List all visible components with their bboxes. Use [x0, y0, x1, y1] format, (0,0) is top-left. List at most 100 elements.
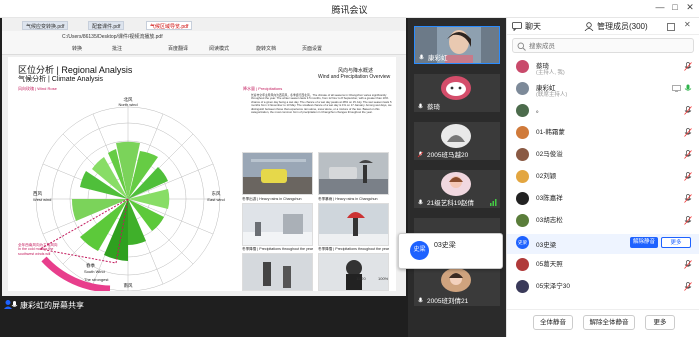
video-tile-3[interactable]: 2005班马越20	[414, 122, 500, 160]
pdf-page: 区位分析 | Regional Analysis 气候分析 | Climate …	[8, 57, 396, 291]
video-tile-name: 2005班马越20	[427, 152, 469, 159]
active-speaker-popup[interactable]: 史梁 03史梁	[398, 233, 503, 269]
title-bar: 腾讯会议 — □ ✕	[0, 0, 699, 18]
panel-footer: 全体静音 解除全体静音 更多	[507, 309, 699, 337]
west-en-label: West wind	[33, 197, 51, 202]
avatar	[516, 104, 529, 117]
popout-icon[interactable]	[667, 23, 675, 31]
member-row-active[interactable]: 史梁 03史梁 解除静音 更多	[507, 234, 699, 254]
mic-muted-icon[interactable]	[684, 282, 692, 291]
unmute-button[interactable]: 解除静音	[630, 237, 658, 248]
page-subtitle: 气候分析 | Climate Analysis	[18, 76, 104, 83]
avatar	[516, 214, 529, 227]
mic-muted-icon[interactable]	[684, 260, 692, 269]
zoom-level[interactable]: 100%	[378, 276, 388, 281]
body-text: 长春市全年主导风向为西南风，冬季盛行西北风。The climate of all…	[251, 93, 392, 115]
avatar: 史梁	[516, 236, 529, 249]
avatar	[516, 60, 529, 73]
mic-muted-icon[interactable]	[684, 172, 692, 181]
member-row[interactable]: 康彩虹 (联席主持人)	[507, 80, 699, 100]
member-row[interactable]: 05宋泽宁30	[507, 278, 699, 298]
video-tile-name: 蔡琦	[427, 104, 440, 111]
video-tile-name: 康彩虹	[428, 55, 448, 62]
member-role: (主持人, 我)	[536, 70, 565, 76]
photo-caption-2: 冬季暴雨 | Heavy rains in Changchun	[318, 197, 378, 201]
toolbar-page-setup[interactable]: 页面设置	[302, 45, 322, 52]
member-role: (联席主持人)	[536, 92, 568, 98]
tab-members[interactable]: 管理成员(300)	[597, 21, 648, 32]
avatar	[441, 124, 471, 148]
right-title-en: Wind and Precipitation Overview	[318, 74, 391, 80]
south-en-label: South Wind	[84, 269, 105, 274]
search-input[interactable]	[529, 40, 689, 52]
member-row[interactable]: 02马俊溢	[507, 146, 699, 166]
pdf-tab-3[interactable]: 气候区域导览.pdf	[146, 21, 193, 30]
presenter-label: 康彩虹的屏幕共享	[20, 301, 84, 310]
video-tile-6[interactable]: 2005班刘倩21	[414, 266, 500, 306]
minimize-icon[interactable]: —	[654, 2, 666, 12]
pdf-tab-1[interactable]: 气候应变转换.pdf	[22, 21, 69, 30]
avatar	[516, 126, 529, 139]
side-panel: 聊天 管理成员(300) ✕ 蔡琦 (主持人, 我) 康彩虹 (联席主持人)	[506, 18, 699, 337]
member-row[interactable]: 05葛天照	[507, 256, 699, 276]
video-tile-2[interactable]: 蔡琦	[414, 74, 500, 112]
avatar	[516, 82, 529, 95]
mic-icon[interactable]	[684, 84, 692, 93]
presenter-bar: 康彩虹的屏幕共享	[0, 296, 408, 314]
mic-muted-icon[interactable]	[684, 150, 692, 159]
avatar	[441, 172, 471, 196]
panel-tabs: 聊天 管理成员(300) ✕	[507, 18, 699, 35]
mic-muted-icon[interactable]	[684, 62, 692, 71]
toolbar-translate[interactable]: 百度翻译	[168, 45, 188, 52]
close-panel-icon[interactable]: ✕	[684, 20, 691, 29]
spring-label: 春季	[86, 262, 95, 269]
mute-all-button[interactable]: 全体静音	[533, 315, 573, 330]
members-icon	[584, 22, 594, 31]
mic-muted-icon[interactable]	[684, 216, 692, 225]
maximize-icon[interactable]: □	[669, 2, 681, 12]
member-name: 05葛天照	[536, 261, 563, 268]
toolbar-rotate[interactable]: 旋转文档	[256, 45, 276, 52]
toolbar-annotate[interactable]: 批注	[112, 45, 122, 52]
mic-muted-icon[interactable]	[684, 128, 692, 137]
video-tile-1[interactable]: 康彩虹	[414, 26, 500, 64]
footer-more-button[interactable]: 更多	[645, 315, 675, 330]
mic-icon	[417, 103, 424, 109]
member-row[interactable]: 03胡志松	[507, 212, 699, 232]
wind-rose-chart: 北风 North wind 东风 East wind 西风 West wind …	[33, 96, 225, 291]
screen-share-icon	[672, 85, 681, 92]
member-search[interactable]	[512, 38, 694, 53]
mic-muted-icon[interactable]	[684, 106, 692, 115]
member-row[interactable]: 。	[507, 102, 699, 122]
member-name: 。	[536, 107, 543, 114]
more-button[interactable]: 更多	[661, 237, 691, 248]
pdf-toolbar: C:/Users/86135/Desktop/课件/视频流播放.pdf 转换 批…	[2, 31, 406, 55]
photo-caption-1: 冬季出游 | Heavy rains in Changchun	[242, 197, 302, 201]
member-name: 02刘颖	[536, 173, 557, 180]
photo-3	[242, 203, 313, 246]
video-strip: 康彩虹 蔡琦 2005班马越20 21级艺科19赵倩 2005班刘倩21	[408, 18, 506, 337]
avatar	[441, 268, 471, 292]
search-icon	[517, 42, 526, 51]
page-number: 11/20	[356, 276, 366, 281]
mic-icon	[417, 297, 424, 303]
toolbar-read-mode[interactable]: 阅读模式	[209, 45, 229, 52]
wind-note: 全年西南风向为主导风向 In the cold months the south…	[18, 243, 58, 256]
pdf-tab-2[interactable]: 配套课件.pdf	[88, 21, 125, 30]
close-icon[interactable]: ✕	[684, 2, 696, 13]
speaker-avatar: 史梁	[410, 241, 429, 260]
unmute-all-button[interactable]: 解除全体静音	[583, 315, 635, 330]
member-row[interactable]: 蔡琦 (主持人, 我)	[507, 58, 699, 78]
mic-muted-icon[interactable]	[684, 194, 692, 203]
video-tile-4[interactable]: 21级艺科19赵倩	[414, 170, 500, 208]
file-path[interactable]: C:/Users/86135/Desktop/课件/视频流播放.pdf	[62, 33, 163, 40]
member-row[interactable]: 03陈嘉祥	[507, 190, 699, 210]
speaker-name: 03史梁	[434, 242, 456, 249]
chat-icon	[512, 22, 522, 31]
photo-1	[242, 152, 313, 195]
member-row[interactable]: 02刘颖	[507, 168, 699, 188]
tab-chat[interactable]: 聊天	[525, 21, 541, 32]
toolbar-convert[interactable]: 转换	[72, 45, 82, 52]
member-row[interactable]: 01-韩霜蒙	[507, 124, 699, 144]
signal-icon	[490, 199, 497, 206]
